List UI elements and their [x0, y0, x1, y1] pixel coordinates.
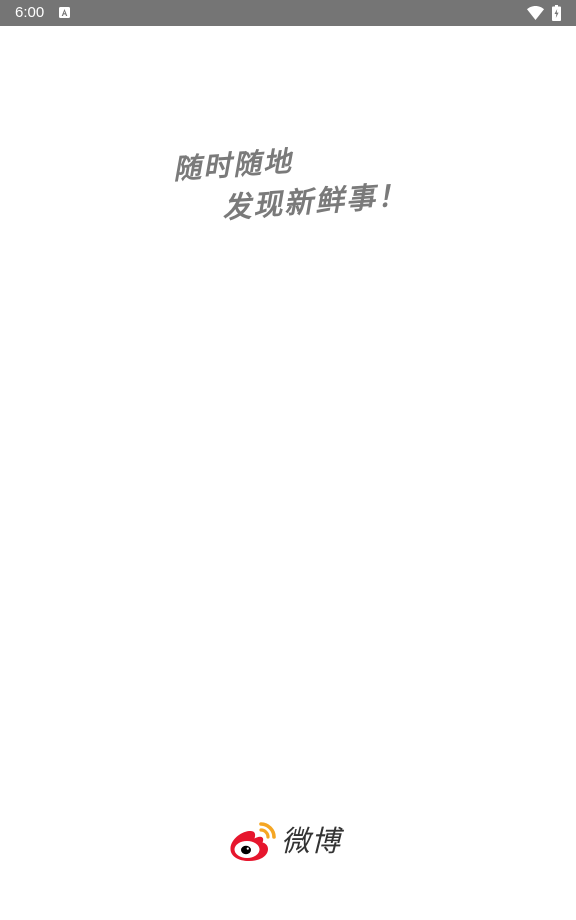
splash-screen: 6:00 随时随地 发现新鲜事！ 微博	[0, 0, 576, 920]
weibo-logo-icon	[230, 822, 276, 861]
weibo-logo-text: 微博	[281, 824, 342, 858]
weibo-logo: 微博	[228, 818, 354, 866]
slogan: 随时随地 发现新鲜事！	[0, 0, 576, 260]
